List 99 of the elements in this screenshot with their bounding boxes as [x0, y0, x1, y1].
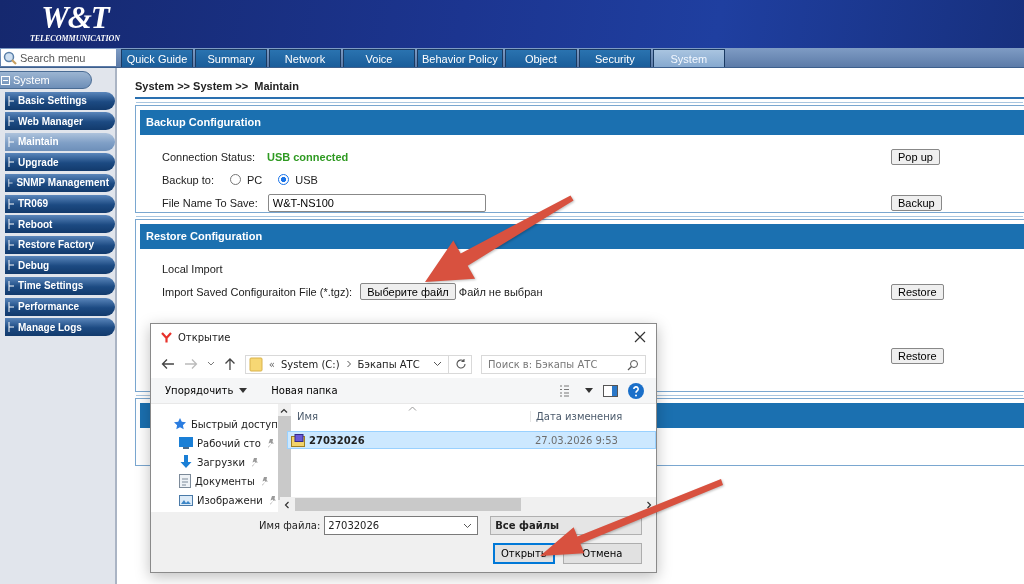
scroll-left-icon[interactable] [284, 500, 289, 509]
folder-icon [248, 356, 263, 372]
desktop-icon [179, 437, 193, 449]
sidebar-item[interactable]: Performance [5, 297, 115, 316]
organize-button[interactable]: Упорядочить [165, 385, 248, 396]
search-icon [627, 358, 639, 371]
scrollbar[interactable] [280, 497, 656, 512]
dialog-title: Открытие [178, 331, 232, 343]
field-label: Import Saved Configuraiton File (*.tgz): [162, 285, 353, 298]
nav-tab[interactable]: Behavior Policy [417, 49, 503, 67]
address-bar[interactable]: « System (C:) Бэкапы АТС [244, 354, 472, 374]
branch-icon [8, 260, 15, 271]
sidebar-item[interactable]: TR069 [5, 194, 115, 213]
field-label: Connection Status: [162, 150, 255, 163]
search-field[interactable]: Поиск в: Бэкапы АТС [481, 354, 646, 374]
file-row[interactable]: 27032026 27.03.2026 9:53 [287, 431, 656, 449]
field-label: Backup to: [162, 173, 214, 186]
column-header[interactable]: Имя [287, 410, 531, 422]
branch-icon [8, 177, 14, 188]
branch-icon [8, 280, 15, 291]
file-status: Файл не выбран [458, 285, 543, 298]
logo: W&T [41, 2, 109, 34]
restore-button[interactable]: Restore [891, 283, 944, 300]
radio-button[interactable] [278, 174, 290, 185]
path-segment[interactable]: System (C:) [280, 358, 340, 370]
refresh-icon[interactable] [455, 358, 467, 370]
collapse-icon [1, 75, 10, 85]
search-field[interactable]: Search menu [1, 49, 116, 66]
branch-icon [8, 322, 15, 333]
branch-icon [8, 198, 15, 209]
nav-tab[interactable]: Summary [195, 49, 267, 67]
backup-button[interactable]: Backup [891, 194, 942, 211]
chevron-down-icon [463, 522, 473, 529]
back-icon[interactable] [161, 358, 175, 370]
caret-icon[interactable] [585, 388, 593, 393]
chevron-down-icon[interactable] [433, 361, 442, 367]
scroll-up-icon[interactable] [280, 408, 289, 413]
sidebar-item[interactable]: Time Settings [5, 276, 115, 295]
file-name-field[interactable]: 27032026 [324, 516, 479, 535]
close-icon[interactable] [634, 331, 646, 343]
radio-label: USB [295, 173, 318, 186]
caret-icon [239, 388, 248, 393]
open-button[interactable]: Открыть [493, 543, 555, 564]
image-icon [179, 494, 193, 506]
branch-icon [8, 136, 15, 147]
branch-icon [8, 219, 15, 230]
sidebar-item[interactable]: Debug [5, 256, 115, 275]
nav-pane-item[interactable]: Изображени [151, 492, 278, 508]
nav-tab[interactable]: Voice [343, 49, 415, 67]
scroll-right-icon[interactable] [647, 500, 652, 509]
branch-icon [8, 239, 15, 250]
sidebar-item[interactable]: Manage Logs [5, 318, 115, 337]
star-icon [173, 417, 187, 431]
branch-icon [8, 95, 15, 106]
sidebar-item[interactable]: Reboot [5, 215, 115, 234]
up-icon[interactable] [223, 357, 236, 371]
search-icon [3, 51, 17, 65]
preview-pane-icon[interactable] [603, 384, 618, 397]
sort-caret-icon [408, 406, 417, 411]
chevron-right-icon [345, 360, 352, 368]
help-icon[interactable] [628, 382, 644, 399]
document-icon [179, 474, 191, 488]
nav-pane-item[interactable]: Документы [151, 473, 278, 489]
field-label: Имя файла: [259, 520, 321, 531]
breadcrumb: System >> System >> Maintain [135, 80, 300, 94]
download-icon [179, 455, 193, 469]
nav-tab[interactable]: Object [504, 49, 577, 67]
column-header[interactable]: Дата изменения [531, 410, 623, 422]
status-text: USB connected [266, 150, 349, 163]
sidebar-item[interactable]: SNMP Management [5, 173, 115, 192]
branch-icon [8, 157, 15, 168]
nav-tab[interactable]: Security [578, 49, 651, 67]
nav-pane-item[interactable]: Быстрый доступ [151, 416, 278, 432]
sidebar-item[interactable]: Web Manager [5, 112, 115, 131]
chevron-down-icon[interactable] [206, 361, 215, 367]
new-folder-button[interactable]: Новая папка [271, 385, 338, 396]
nav-pane-item[interactable]: Рабочий сто [151, 435, 278, 451]
file-name-field[interactable]: W&T-NS100 [267, 193, 486, 212]
field-label: File Name To Save: [162, 196, 258, 209]
radio-label: PC [247, 173, 263, 186]
subsection-label: Local Import [162, 262, 223, 275]
nav-tab[interactable]: Network [269, 49, 341, 67]
sidebar-item[interactable]: Upgrade [5, 153, 115, 172]
section-header: Restore Configuration [140, 224, 1024, 249]
nav-pane-item[interactable]: Загрузки [151, 454, 278, 470]
choose-file-button[interactable]: Выберите файл [360, 283, 456, 300]
logo-tagline: TELECOMMUNICATION [29, 34, 121, 43]
section-header: Backup Configuration [140, 110, 1024, 135]
browser-icon [161, 331, 172, 343]
path-segment[interactable]: Бэкапы АТС [357, 358, 420, 370]
sidebar-item[interactable]: Basic Settings [5, 91, 115, 110]
branch-icon [8, 301, 15, 312]
popup-button[interactable]: Pop up [891, 148, 940, 165]
branch-icon [8, 116, 15, 127]
nav-tab[interactable]: Quick Guide [121, 49, 193, 67]
sidebar-item[interactable]: Restore Factory [5, 235, 115, 254]
file-icon [291, 433, 305, 447]
restore-button[interactable]: Restore [891, 347, 944, 364]
radio-button[interactable] [230, 174, 241, 185]
